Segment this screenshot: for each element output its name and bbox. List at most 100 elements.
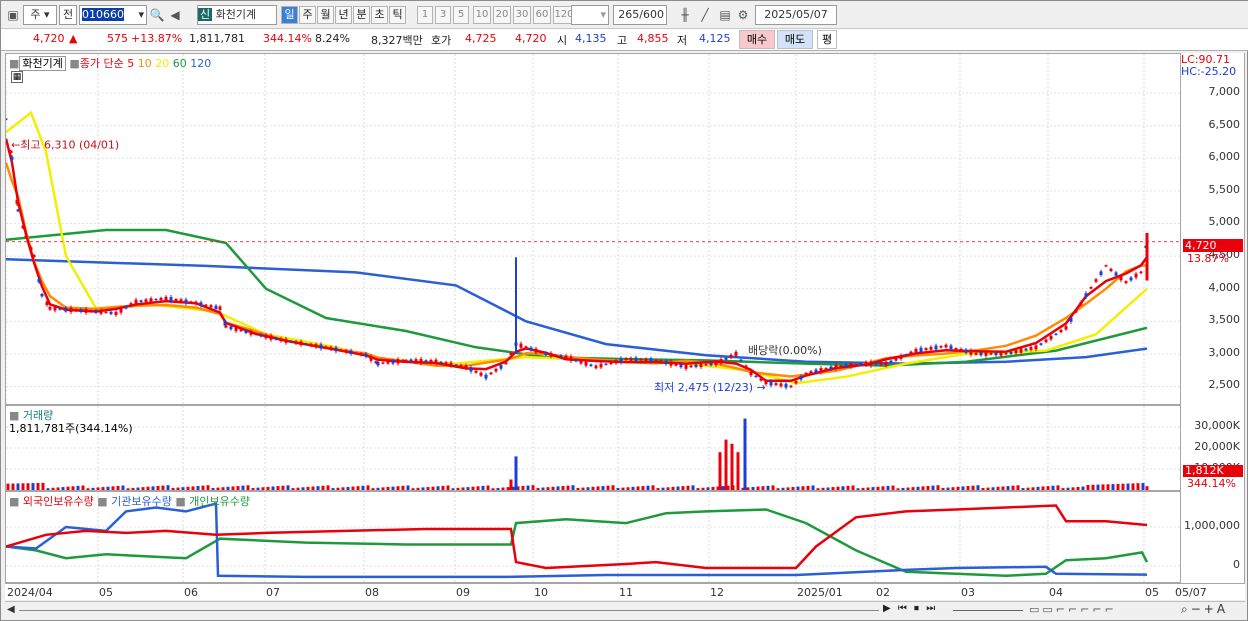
dropdown-icon[interactable]: ▾ — [138, 6, 144, 24]
candle-body — [381, 362, 385, 364]
tool-icons[interactable]: ▭▭⌐⌐⌐⌐⌐ — [1029, 603, 1117, 616]
volume-bar — [901, 487, 905, 490]
holders-axis: 1,000,000 0 — [1181, 491, 1245, 583]
minute-tab-20[interactable]: 20 — [493, 6, 511, 24]
volume-bar — [416, 487, 420, 490]
price-pane[interactable]: ←최고 6,310 (04/01) 최저 2,475 (12/23) → 배당락(0… — [5, 53, 1182, 406]
play-controls[interactable]: ▶ ⏮ ⏹ ⏭ — [883, 603, 937, 614]
volume-bar — [831, 487, 835, 490]
last-volume-pct: 344.14% — [1187, 477, 1236, 490]
high-label: 고 — [617, 34, 628, 47]
volume-bar — [1026, 487, 1030, 490]
candle-body — [589, 364, 593, 367]
type-button[interactable]: 전 — [59, 5, 77, 25]
period-tab-6[interactable]: 틱 — [389, 6, 406, 24]
minute-tab-60[interactable]: 60 — [533, 6, 551, 24]
volume-pane[interactable]: ■ 거래량 1,811,781주(344.14%) — [5, 405, 1182, 492]
volume-spike — [718, 452, 722, 490]
volume-bar — [601, 486, 605, 490]
period-tab-0[interactable]: 일 — [281, 6, 298, 24]
price-tick: 6,500 — [1208, 117, 1241, 131]
period-tab-1[interactable]: 주 — [299, 6, 316, 24]
save-icon[interactable]: ▤ — [717, 6, 733, 24]
stock-label[interactable]: 화천기계 — [19, 56, 66, 71]
volume-bar — [591, 486, 595, 490]
gear-icon[interactable]: ⚙ — [735, 6, 751, 24]
volume-bar — [691, 485, 695, 490]
volume-bar — [316, 486, 320, 490]
legend-marker: ■ — [175, 495, 190, 508]
search-icon[interactable]: 🔍 — [149, 6, 165, 24]
count-field[interactable]: 265/600 — [613, 5, 667, 25]
zoom-icons[interactable]: ⌕−+A — [1181, 602, 1228, 617]
volume-bar — [26, 483, 30, 490]
layout-icon[interactable]: ▣ — [5, 6, 21, 24]
market-select[interactable]: 주 ▾ — [23, 5, 57, 25]
candle-body — [37, 278, 41, 283]
volume-bar — [276, 486, 280, 490]
candle-body — [559, 355, 563, 358]
period-tab-4[interactable]: 분 — [353, 6, 370, 24]
volume-bar — [936, 485, 940, 490]
candle-body — [124, 306, 128, 309]
candle-body — [218, 306, 222, 310]
candle-body — [489, 372, 493, 375]
candle-body — [1104, 265, 1108, 267]
candle-body — [1044, 339, 1048, 343]
sell-button[interactable]: 매도 — [777, 30, 813, 49]
candle-body — [1049, 335, 1053, 340]
minute-tab-30[interactable]: 30 — [513, 6, 531, 24]
candle-body — [6, 118, 8, 120]
holder-legend-2: 개인보유수량 — [189, 495, 250, 508]
candle-body — [104, 311, 108, 314]
volume-bar — [1126, 483, 1130, 490]
period-tab-5[interactable]: 초 — [371, 6, 388, 24]
scroll-bar: ◀ ▶ ⏮ ⏹ ⏭ ▭▭⌐⌐⌐⌐⌐ ⌕−+A — [5, 601, 1245, 619]
volume-bar — [446, 485, 450, 490]
scroll-track[interactable] — [19, 610, 879, 611]
candle-body — [459, 364, 463, 368]
candle-body — [469, 367, 473, 372]
candle-body — [94, 310, 98, 313]
table-icon[interactable]: ▦ — [11, 71, 23, 83]
holders-legend: ■ 외국인보유수량 ■ 기관보유수량 ■ 개인보유수량 — [9, 493, 250, 509]
zoom-slider[interactable] — [953, 610, 1023, 611]
candle-body — [669, 361, 673, 366]
avg-button[interactable]: 평 — [817, 30, 837, 49]
volume-bar — [1111, 484, 1115, 490]
speaker-icon[interactable]: ◀ — [167, 6, 183, 24]
volume-bar — [1046, 486, 1050, 490]
code-input[interactable]: 010660 ▾ — [79, 5, 147, 25]
candle-body — [279, 338, 283, 342]
volume-bar — [661, 487, 665, 490]
candle-body — [939, 345, 943, 348]
minute-tab-1[interactable]: 1 — [417, 6, 433, 24]
volume-spike — [730, 443, 734, 490]
scroll-left-icon[interactable]: ◀ — [7, 604, 15, 615]
stock-name-field[interactable]: 신 화천기계 — [197, 5, 277, 25]
volume-bar — [321, 485, 325, 490]
period-tab-3[interactable]: 년 — [335, 6, 352, 24]
candle-body — [99, 310, 103, 314]
holders-pane[interactable]: ■ 외국인보유수량 ■ 기관보유수량 ■ 개인보유수량 — [5, 491, 1182, 584]
x-label: 02 — [876, 586, 890, 599]
draw-icon[interactable]: ╱ — [697, 6, 713, 24]
minute-tab-5[interactable]: 5 — [453, 6, 469, 24]
date-field[interactable]: 2025/05/07 — [755, 5, 837, 25]
candle-body — [874, 362, 878, 365]
volume-bar — [46, 488, 50, 490]
minute-tab-3[interactable]: 3 — [435, 6, 451, 24]
candle-icon[interactable]: ╫ — [677, 6, 693, 24]
candle-body — [699, 363, 703, 368]
toolbar: ▣ 주 ▾ 전 010660 ▾ 🔍 ◀ 신 화천기계 일주월년분초틱 1 3 5 10… — [1, 1, 1248, 29]
buy-button[interactable]: 매수 — [739, 30, 775, 49]
candle-body — [169, 297, 173, 302]
period-tab-2[interactable]: 월 — [317, 6, 334, 24]
volume-bar — [1061, 488, 1065, 490]
volume-bar — [221, 487, 225, 490]
candle-body — [15, 199, 19, 204]
minute-tab-10[interactable]: 10 — [473, 6, 491, 24]
candle-body — [21, 225, 25, 229]
volume-bar — [226, 486, 230, 490]
extra-select[interactable]: ▾ — [571, 5, 609, 25]
